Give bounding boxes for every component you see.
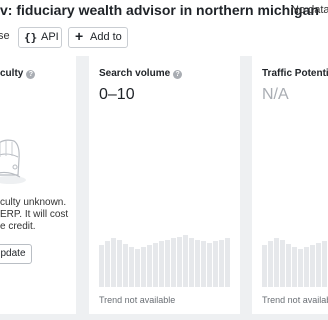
trend-placeholder-bar [292,247,297,287]
trend-placeholder-bar [141,247,146,287]
add-to-button-label: Add to [90,31,122,43]
trend-not-available-label: Trend not available [99,295,176,305]
hard-hat-icon [0,139,26,184]
trend-placeholder-bar [165,240,170,287]
trend-placeholder-bar [189,238,194,287]
keyword-difficulty-card: culty? culty unknown. ERP. It will cost … [0,56,76,314]
difficulty-message-line: culty unknown. [0,197,67,208]
page-header: v: fiduciary wealth advisor in northern … [0,0,328,56]
trend-placeholder-bar [153,243,158,287]
difficulty-title: culty [0,68,24,79]
trend-placeholder-bar [280,240,285,287]
card-title: Search volume? [99,68,183,79]
no-data-label: No data [291,4,328,16]
trend-placeholder-bar [111,238,116,287]
traffic-potential-title: Traffic Potential [262,68,328,79]
trend-placeholder-bar [316,243,321,287]
search-volume-value: 0–10 [99,86,135,103]
code-braces-icon: {} [24,31,38,44]
update-button-label: pdate [0,248,26,259]
trend-placeholder-bar [310,245,315,287]
trend-placeholder-bar [159,241,164,287]
help-icon[interactable]: ? [26,70,36,79]
trend-placeholder-bar [129,247,134,287]
trend-placeholder-bar [135,249,140,287]
trend-placeholder-bar [286,244,291,287]
trend-placeholder-bar [304,247,309,287]
trend-placeholder-bar [201,241,206,287]
trend-placeholder-bar [268,241,273,287]
update-button[interactable]: pdate [0,244,32,264]
card-title: culty? [0,68,36,79]
trend-not-available-label: Trend not available [262,295,328,305]
api-button-label: API [41,31,59,43]
help-icon[interactable]: ? [173,70,183,79]
trend-placeholder-bar [177,237,182,287]
difficulty-message-line: ERP. It will cost [0,209,69,220]
search-volume-trend-placeholder [99,211,230,287]
difficulty-message-line: e credit. [0,221,36,232]
trend-placeholder-bar [99,245,104,287]
trend-placeholder-bar [207,243,212,287]
trend-placeholder-bar [123,244,128,287]
search-volume-title: Search volume [99,68,171,79]
difficulty-message: culty unknown. ERP. It will cost e credi… [0,197,100,233]
trend-placeholder-bar [225,238,230,287]
add-to-button[interactable]: + Add to [68,27,128,48]
search-volume-card: Search volume? 0–10 Trend not available [89,56,240,314]
trend-placeholder-bar [171,238,176,287]
trend-placeholder-bar [322,241,327,287]
traffic-potential-value: N/A [262,86,289,103]
traffic-potential-card: Traffic Potential N/A Trend not availabl… [252,56,328,314]
trend-placeholder-bar [195,240,200,287]
trend-placeholder-bar [183,235,188,287]
trend-placeholder-bar [219,240,224,287]
page-title: v: fiduciary wealth advisor in northern … [0,2,319,18]
cut-off-button[interactable]: se [0,27,10,46]
trend-placeholder-bar [213,241,218,287]
trend-placeholder-bar [262,245,267,287]
trend-placeholder-bar [274,238,279,287]
plus-icon: + [75,28,84,44]
api-button[interactable]: {} API [18,27,62,48]
trend-placeholder-bar [117,240,122,287]
traffic-trend-placeholder [262,211,328,287]
trend-placeholder-bar [147,245,152,287]
trend-placeholder-bar [298,249,303,287]
trend-placeholder-bar [105,241,110,287]
card-title: Traffic Potential [262,68,328,79]
